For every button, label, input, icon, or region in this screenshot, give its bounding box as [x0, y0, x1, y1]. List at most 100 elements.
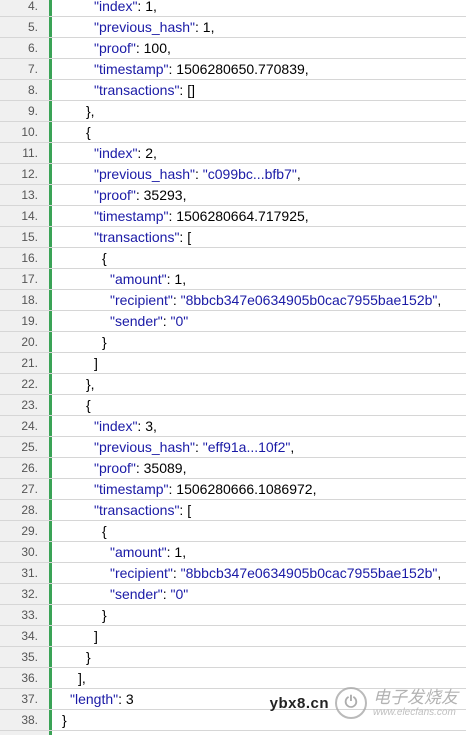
code-text: "index": 2,	[94, 143, 157, 164]
code-line: 34.]	[0, 626, 466, 647]
code-line: 7. "timestamp": 1506280650.770839,	[0, 59, 466, 80]
code-text: {	[86, 395, 91, 416]
code-line: 26. "proof": 35089,	[0, 458, 466, 479]
code-line: 6. "proof": 100,	[0, 38, 466, 59]
line-number: 35.	[21, 650, 38, 664]
code-line: 17. "amount": 1,	[0, 269, 466, 290]
json-string: "8bbcb347e0634905b0cac7955bae152b"	[180, 292, 438, 308]
code-text: "index": 1,	[94, 0, 157, 17]
line-number: 14.	[21, 209, 38, 223]
line-number: 32.	[21, 587, 38, 601]
code-text: {	[102, 248, 107, 269]
json-punctuation: :	[135, 460, 144, 476]
json-string: "8bbcb347e0634905b0cac7955bae152b"	[180, 565, 438, 581]
json-number: 1506280666.1086972	[176, 481, 313, 497]
code-line: 4. "index": 1,	[0, 0, 466, 17]
code-line: 21.]	[0, 353, 466, 374]
json-number: 35293	[143, 187, 183, 203]
code-text: }	[62, 710, 67, 731]
json-number: 1506280650.770839	[176, 61, 305, 77]
json-number: 100	[143, 40, 167, 56]
code-line: 13. "proof": 35293,	[0, 185, 466, 206]
code-text: }	[86, 647, 91, 668]
line-number: 7.	[27, 62, 38, 76]
code-text: "sender": "0"	[110, 311, 188, 332]
code-line: 22.},	[0, 374, 466, 395]
json-punctuation: :	[172, 292, 181, 308]
code-text: "transactions": [	[94, 500, 191, 521]
json-punctuation: }	[102, 607, 107, 623]
line-number: 25.	[21, 440, 38, 454]
code-text: "timestamp": 1506280664.717925,	[94, 206, 309, 227]
json-number: 2	[145, 145, 153, 161]
code-text: }	[102, 332, 107, 353]
json-punctuation: ,	[153, 418, 157, 434]
line-number: 9.	[27, 104, 38, 118]
code-text: },	[86, 374, 95, 395]
code-line: 16. {	[0, 248, 466, 269]
code-line: 10. {	[0, 122, 466, 143]
code-text: "previous_hash": "c099bc...bfb7",	[94, 164, 301, 185]
code-line: 19. "sender": "0"	[0, 311, 466, 332]
json-key: "sender"	[110, 586, 163, 602]
line-number: 15.	[21, 230, 38, 244]
line-number: 8.	[27, 83, 38, 97]
json-punctuation: ,	[182, 544, 187, 560]
json-key: "proof"	[94, 460, 136, 476]
json-key: "previous_hash"	[94, 19, 196, 35]
json-key: "index"	[94, 0, 138, 14]
line-number: 38.	[21, 713, 38, 727]
json-punctuation: ,	[182, 460, 187, 476]
json-punctuation: []	[187, 82, 195, 98]
code-line: 18. "recipient": "8bbcb347e0634905b0cac79…	[0, 290, 466, 311]
line-number: 22.	[21, 377, 38, 391]
code-text: "amount": 1,	[110, 542, 186, 563]
watermark-brand-url: www.elecfans.com	[373, 706, 456, 718]
code-line: 11. "index": 2,	[0, 143, 466, 164]
line-number: 26.	[21, 461, 38, 475]
code-text: "timestamp": 1506280666.1086972,	[94, 479, 316, 500]
json-punctuation: ,	[304, 208, 309, 224]
json-key: "transactions"	[94, 82, 180, 98]
line-number: 20.	[21, 335, 38, 349]
code-line: 30. "amount": 1,	[0, 542, 466, 563]
line-number: 29.	[21, 524, 38, 538]
code-text: "previous_hash": 1,	[94, 17, 214, 38]
code-line: 9.},	[0, 101, 466, 122]
json-key: "transactions"	[94, 502, 180, 518]
watermark: ybx8.cn ⏻ 电子发烧友 www.elecfans.com	[270, 683, 458, 723]
json-key: "timestamp"	[94, 481, 169, 497]
json-punctuation: }	[62, 712, 67, 728]
code-text: "recipient": "8bbcb347e0634905b0cac7955b…	[110, 290, 441, 311]
line-number: 27.	[21, 482, 38, 496]
json-punctuation: }	[86, 649, 91, 665]
json-punctuation: ,	[290, 439, 295, 455]
code-text: "transactions": [	[94, 227, 191, 248]
json-punctuation: :	[135, 40, 144, 56]
code-line: 27. "timestamp": 1506280666.1086972,	[0, 479, 466, 500]
json-punctuation: ,	[210, 19, 215, 35]
json-key: "sender"	[110, 313, 163, 329]
code-line: 29. {	[0, 521, 466, 542]
json-punctuation: :	[195, 19, 203, 35]
code-line: 35.}	[0, 647, 466, 668]
code-text: "length": 3	[70, 689, 134, 710]
json-punctuation: :	[195, 166, 203, 182]
line-number: 11.	[22, 146, 38, 160]
json-punctuation: ,	[312, 481, 317, 497]
json-key: "length"	[70, 691, 119, 707]
json-punctuation: :	[162, 313, 171, 329]
code-text: "proof": 35089,	[94, 458, 186, 479]
json-punctuation: ,	[153, 0, 157, 14]
json-string: "c099bc...bfb7"	[202, 166, 297, 182]
json-key: "transactions"	[94, 229, 180, 245]
line-number: 18.	[21, 293, 38, 307]
json-string: "eff91a...10f2"	[202, 439, 291, 455]
code-line: 8. "transactions": []	[0, 80, 466, 101]
json-number: 1506280664.717925	[176, 208, 305, 224]
json-number: 3	[125, 691, 134, 707]
json-key: "previous_hash"	[94, 166, 196, 182]
code-line: 24. "index": 3,	[0, 416, 466, 437]
code-text: "sender": "0"	[110, 584, 188, 605]
code-text: {	[86, 122, 91, 143]
